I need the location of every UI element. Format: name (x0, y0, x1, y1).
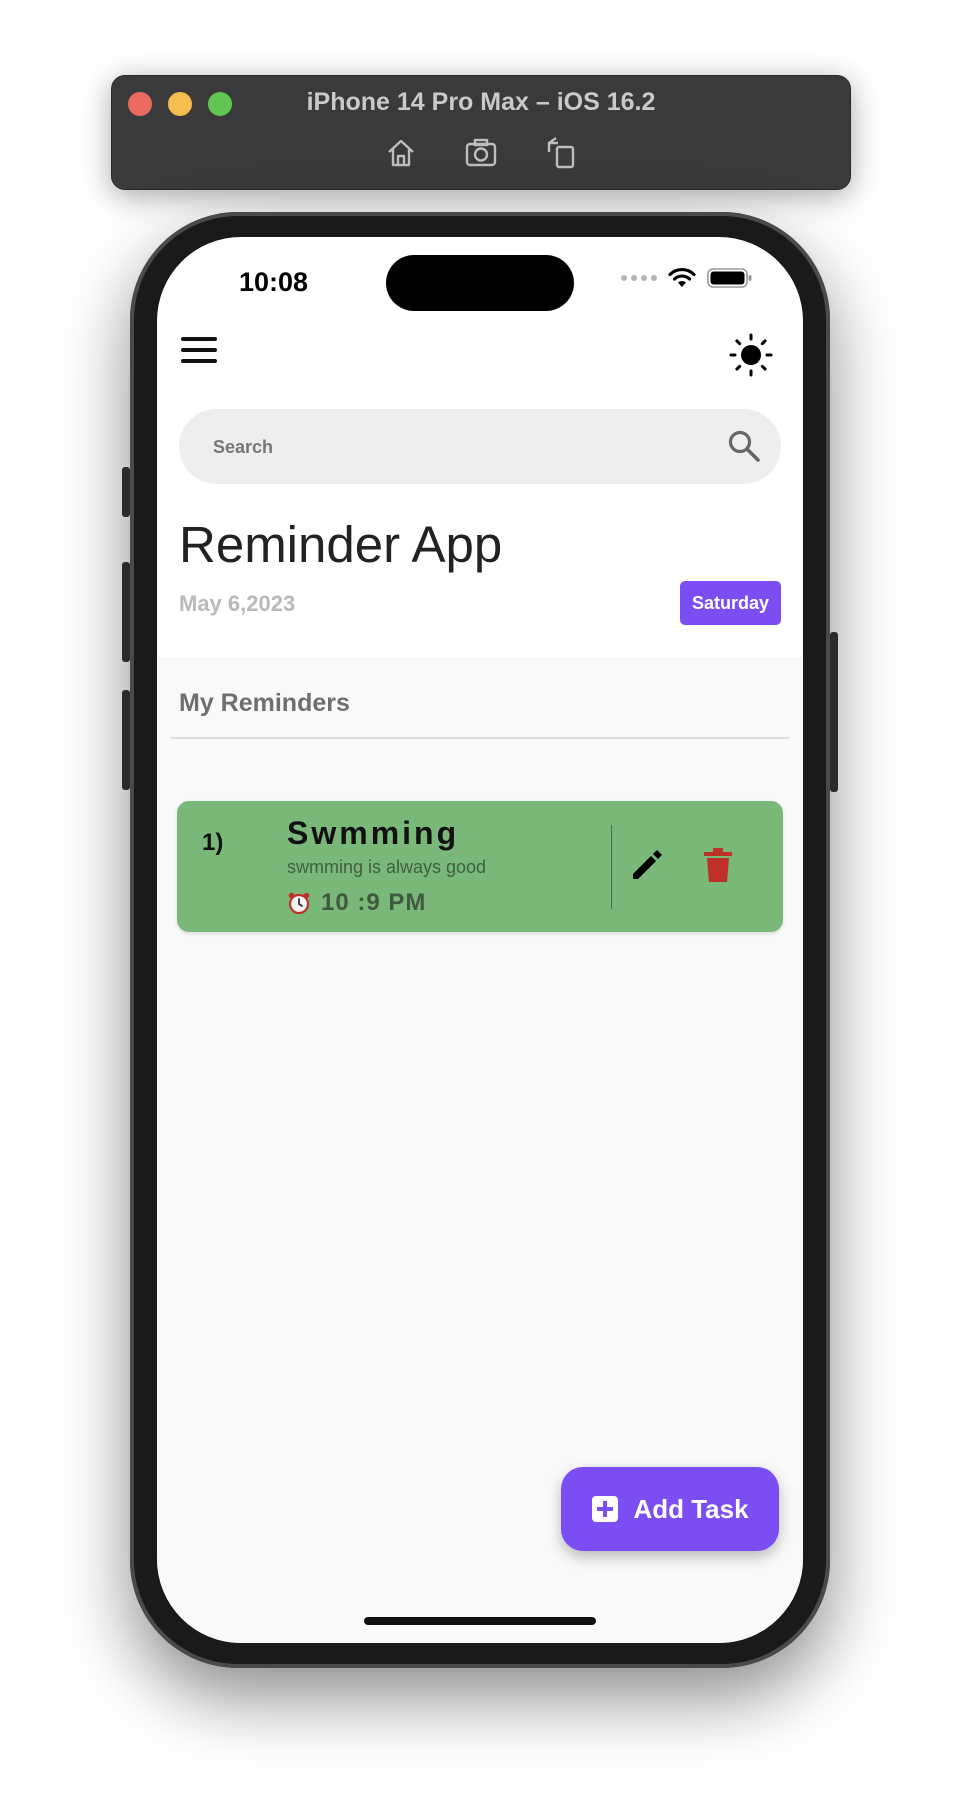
home-indicator[interactable] (364, 1617, 596, 1625)
battery-icon (707, 268, 752, 288)
home-icon[interactable] (384, 136, 418, 170)
delete-icon[interactable] (703, 847, 733, 883)
phone-frame: 10:08 Search Reminder App May 6,2023 Sat… (122, 212, 838, 1668)
simulator-title: iPhone 14 Pro Max – iOS 16.2 (306, 88, 656, 116)
menu-icon[interactable] (181, 337, 217, 367)
sun-icon[interactable] (729, 333, 773, 377)
simulator-toolbar (112, 136, 850, 170)
edit-icon[interactable] (629, 847, 665, 883)
cellular-signal-icon (621, 275, 657, 281)
section-title: My Reminders (179, 689, 350, 717)
dynamic-island (386, 255, 574, 311)
volume-up-button (122, 562, 130, 662)
reminder-title: Swmming (287, 815, 460, 851)
wifi-icon (668, 267, 696, 287)
section-divider (171, 737, 789, 739)
app-header (157, 317, 803, 377)
simulator-title-bar: iPhone 14 Pro Max – iOS 16.2 (111, 75, 851, 190)
alarm-clock-icon (288, 892, 310, 915)
status-icons (621, 267, 753, 289)
volume-down-button (122, 690, 130, 790)
card-divider (611, 825, 612, 909)
power-button (830, 632, 838, 792)
add-box-icon (592, 1496, 619, 1522)
rotate-icon[interactable] (544, 136, 578, 170)
day-badge: Saturday (679, 581, 781, 625)
status-time: 10:08 (239, 267, 309, 297)
current-date: May 6,2023 (179, 591, 296, 616)
page-title: Reminder App (179, 516, 503, 573)
add-task-label: Add Task (633, 1493, 749, 1524)
search-icon[interactable] (727, 429, 761, 463)
add-task-button[interactable]: Add Task (561, 1467, 779, 1551)
reminder-number: 1) (202, 829, 224, 856)
reminder-card[interactable]: 1) Swmming swmming is always good 10 :9 … (177, 801, 783, 932)
search-bar (179, 409, 781, 486)
app-screen: 10:08 Search Reminder App May 6,2023 Sat… (157, 237, 803, 1643)
reminder-time: 10 :9 PM (287, 889, 426, 917)
silent-switch (122, 467, 130, 517)
reminder-time-text: 10 :9 PM (321, 889, 427, 916)
screenshot-icon[interactable] (464, 136, 498, 170)
reminder-description: swmming is always good (287, 857, 487, 877)
search-input[interactable] (211, 409, 695, 486)
